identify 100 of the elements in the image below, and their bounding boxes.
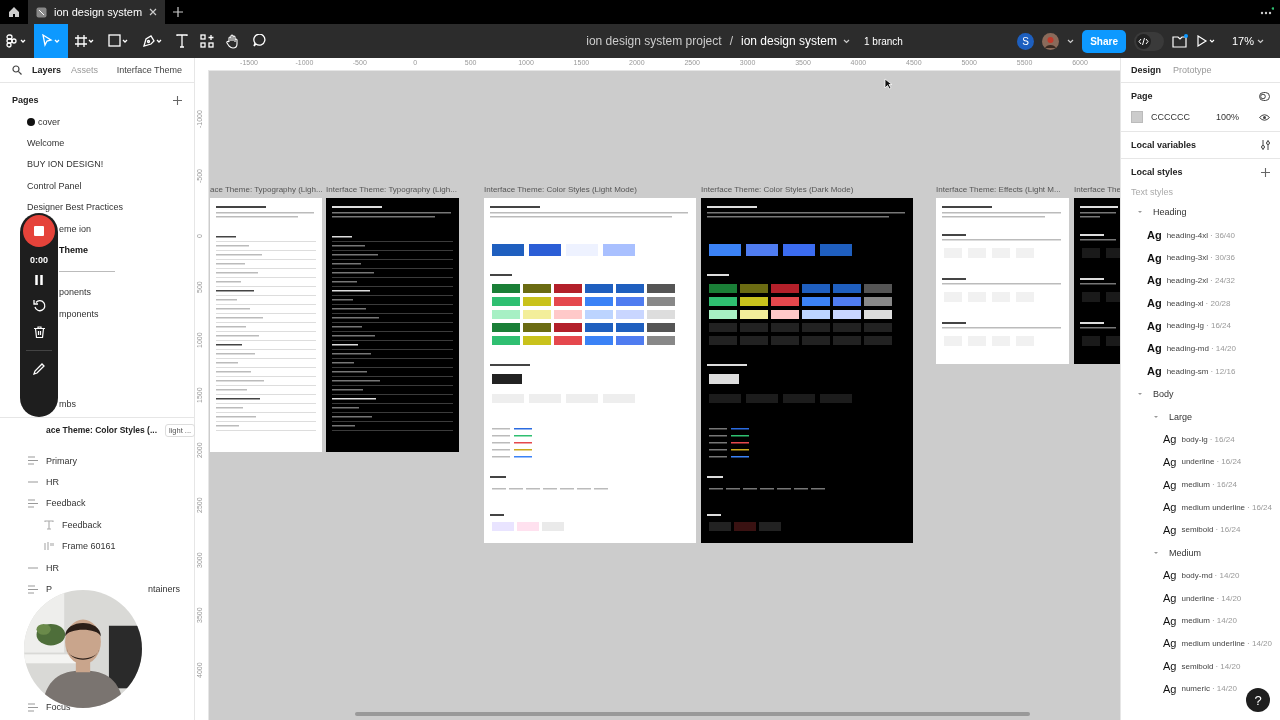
- stop-record-button[interactable]: [23, 215, 55, 247]
- more-icon[interactable]: [1260, 7, 1274, 17]
- style-name[interactable]: heading-4xl: [1166, 230, 1209, 240]
- file-tab[interactable]: ion design system: [28, 0, 166, 24]
- layer-name[interactable]: Feedback: [62, 519, 102, 530]
- style-name[interactable]: semibold: [1181, 525, 1214, 535]
- style-name[interactable]: heading-sm: [1166, 366, 1209, 376]
- panel-tab[interactable]: Design: [1131, 65, 1161, 75]
- style-preview: Ag: [1163, 478, 1177, 491]
- library-icon[interactable]: [1171, 34, 1188, 48]
- page-item[interactable]: cover: [38, 116, 60, 127]
- page-item[interactable]: Welcome: [27, 138, 65, 149]
- layer-name[interactable]: ntainers: [148, 584, 181, 595]
- color-swatch[interactable]: [1131, 111, 1143, 123]
- frame-title[interactable]: Interface Theme: Color Styles (Light Mode): [484, 185, 637, 194]
- frame-title[interactable]: Interface The: [1074, 185, 1120, 194]
- frame-title[interactable]: Interface Theme: Color Styles (Dark Mode): [701, 185, 854, 194]
- layer-name[interactable]: P: [46, 584, 52, 595]
- frame-title[interactable]: Interface Theme: Effects (Light M...: [936, 185, 1061, 194]
- style-group[interactable]: Body: [1153, 388, 1174, 399]
- add-icon[interactable]: [1261, 167, 1270, 177]
- style-name[interactable]: medium: [1181, 616, 1210, 626]
- page-item[interactable]: Control Panel: [27, 180, 82, 191]
- disclosure-icon[interactable]: [1137, 390, 1143, 397]
- page-item[interactable]: Theme: [59, 245, 88, 256]
- page-item[interactable]: ponents: [59, 287, 92, 298]
- layer-frame-name[interactable]: ace Theme: Color Styles (...: [46, 425, 157, 435]
- main-menu-icon: [6, 34, 28, 48]
- scrollbar[interactable]: [355, 712, 1030, 716]
- restart-button[interactable]: [32, 299, 46, 312]
- design-frame[interactable]: [1074, 198, 1120, 364]
- disclosure-icon[interactable]: [1137, 209, 1143, 216]
- toggle-icon[interactable]: [1259, 91, 1270, 101]
- design-frame[interactable]: [484, 198, 696, 543]
- project-name[interactable]: ion design system project: [586, 34, 722, 48]
- style-name[interactable]: heading-2xl: [1166, 275, 1209, 285]
- style-preview: Ag: [1147, 229, 1162, 242]
- panel-tab[interactable]: Layers: [32, 65, 62, 75]
- style-name[interactable]: heading-xl: [1166, 298, 1204, 308]
- page-item[interactable]: BUY ION DESIGN!: [27, 159, 104, 170]
- branch-label[interactable]: 1 branch: [864, 35, 903, 47]
- file-name[interactable]: ion design system: [740, 34, 850, 48]
- style-size: · 16/24: [1211, 480, 1237, 490]
- style-size: · 14/20: [1211, 616, 1237, 626]
- style-name[interactable]: underline: [1181, 457, 1215, 467]
- style-group[interactable]: Large: [1169, 411, 1193, 422]
- layer-name[interactable]: HR: [46, 477, 59, 488]
- user-avatar[interactable]: S: [1017, 32, 1035, 50]
- style-name[interactable]: semibold: [1181, 661, 1214, 671]
- style-name[interactable]: medium: [1181, 480, 1210, 490]
- help-button[interactable]: ?: [1246, 688, 1270, 712]
- page-item[interactable]: mbs: [59, 399, 76, 410]
- eye-icon[interactable]: [1259, 113, 1270, 121]
- style-name[interactable]: medium underline: [1181, 502, 1246, 512]
- style-name[interactable]: heading-lg: [1166, 321, 1205, 331]
- home-icon[interactable]: [8, 6, 20, 18]
- draw-button[interactable]: [33, 363, 45, 375]
- style-preview: Ag: [1163, 592, 1177, 605]
- avatar-icon[interactable]: [1042, 32, 1060, 50]
- design-frame[interactable]: [701, 198, 913, 543]
- style-name[interactable]: heading-md: [1166, 343, 1209, 353]
- new-tab-icon[interactable]: [173, 7, 184, 17]
- section-title: Page: [1131, 91, 1153, 101]
- style-preview: Ag: [1163, 523, 1177, 536]
- style-name[interactable]: underline: [1181, 593, 1215, 603]
- add-icon[interactable]: [173, 95, 182, 105]
- disclosure-icon[interactable]: [1153, 413, 1159, 420]
- page-item[interactable]: eme ion: [59, 223, 92, 234]
- frame-title[interactable]: Interface Theme: Typography (Ligh...: [326, 185, 457, 194]
- layer-name[interactable]: Frame 60161: [62, 541, 116, 552]
- style-name[interactable]: numeric: [1181, 684, 1210, 694]
- delete-button[interactable]: [33, 326, 45, 338]
- style-name[interactable]: heading-3xl: [1166, 253, 1209, 263]
- layer-name[interactable]: Primary: [46, 455, 77, 466]
- text-tool-icon: [176, 34, 188, 48]
- color-value[interactable]: CCCCCC: [1151, 112, 1190, 122]
- style-name[interactable]: body-md: [1181, 570, 1213, 580]
- opacity-value[interactable]: 100%: [1216, 112, 1240, 122]
- frame-title[interactable]: ace Theme: Typography (Ligh...: [210, 185, 323, 194]
- page-item[interactable]: mponents: [59, 308, 99, 319]
- page-item[interactable]: Designer Best Practices: [27, 202, 124, 213]
- zoom-menu[interactable]: 17%: [1225, 34, 1270, 48]
- dot-icon: [27, 117, 35, 126]
- disclosure-icon[interactable]: [1153, 549, 1159, 556]
- style-group[interactable]: Medium: [1169, 547, 1201, 558]
- layer-name[interactable]: Feedback: [46, 498, 86, 509]
- search-icon[interactable]: [12, 65, 22, 75]
- page-menu[interactable]: Interface Theme: [116, 65, 182, 75]
- dev-mode-toggle[interactable]: [1133, 31, 1164, 51]
- section-title[interactable]: Local variables: [1131, 140, 1197, 150]
- sliders-icon[interactable]: [1261, 140, 1270, 150]
- style-name[interactable]: body-lg: [1181, 434, 1208, 444]
- close-icon[interactable]: [149, 8, 158, 16]
- style-size: · 16/24: [1209, 434, 1235, 444]
- style-group[interactable]: Heading: [1153, 207, 1187, 218]
- pause-button[interactable]: [35, 275, 43, 285]
- caret-icon: [1257, 38, 1264, 44]
- stop-icon: [34, 226, 44, 236]
- layer-name[interactable]: HR: [46, 562, 59, 573]
- style-name[interactable]: medium underline: [1181, 638, 1246, 648]
